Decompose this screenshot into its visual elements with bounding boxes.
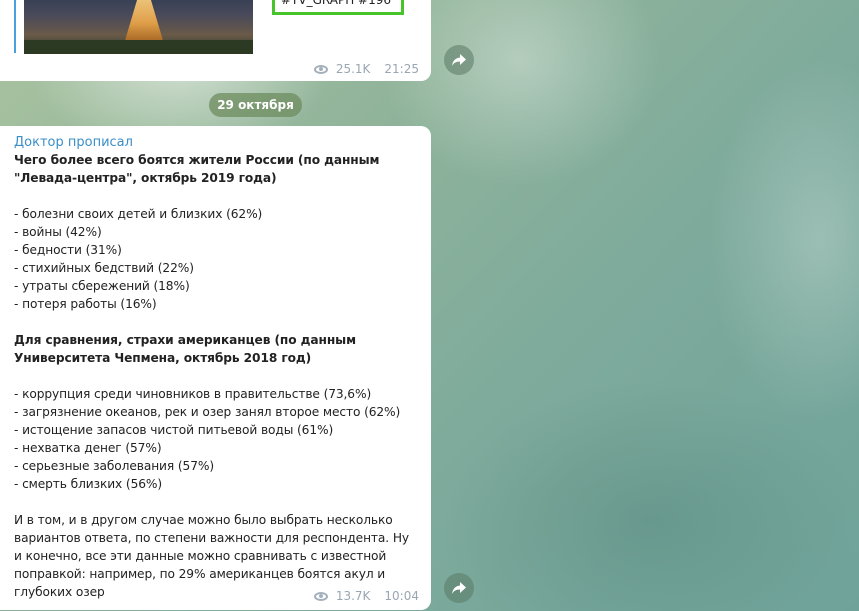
message-meta: 13.7K 10:04 [313, 589, 419, 603]
heading-usa: Для сравнения, страхи американцев (по да… [14, 333, 361, 365]
list-item: - смерть близких (56%) [14, 477, 163, 491]
message-time: 10:04 [384, 589, 419, 603]
share-arrow-icon [452, 582, 466, 594]
date-separator: 29 октября [209, 93, 302, 117]
message-meta: 25.1K 21:25 [313, 62, 419, 76]
eye-icon [313, 64, 328, 74]
views-count: 25.1K [335, 62, 371, 76]
views-count: 13.7K [335, 589, 371, 603]
list-item: - бедности (31%) [14, 243, 122, 257]
author-name[interactable]: Доктор прописал [14, 135, 417, 151]
list-item: - серьезные заболевания (57%) [14, 459, 214, 473]
eye-icon [313, 591, 328, 601]
previous-message: #TV_GRAPH #196 25.1K 21:25 [0, 0, 431, 81]
list-item: - стихийных бедствий (22%) [14, 261, 194, 275]
channel-message: Доктор прописал Чего более всего боятся … [0, 126, 431, 610]
message-body: Чего более всего боятся жители России (п… [14, 151, 417, 601]
list-item: - нехватка денег (57%) [14, 441, 162, 455]
heading-russia: Чего более всего боятся жители России (п… [14, 153, 384, 185]
closing-paragraph: И в том, и в другом случае можно было вы… [14, 513, 413, 599]
list-item: - болезни своих детей и близких (62%) [14, 207, 263, 221]
tower-image [124, 0, 164, 44]
hashtag-link[interactable]: #TV_GRAPH #196 [272, 0, 404, 15]
photo-preview[interactable] [24, 0, 253, 54]
list-item: - загрязнение океанов, рек и озер занял … [14, 405, 401, 419]
list-item: - истощение запасов чистой питьевой воды… [14, 423, 334, 437]
message-time: 21:25 [384, 62, 419, 76]
list-item: - потеря работы (16%) [14, 297, 157, 311]
share-arrow-icon [452, 54, 466, 66]
quote-bar [14, 0, 16, 53]
share-button[interactable] [444, 573, 474, 603]
list-item: - войны (42%) [14, 225, 102, 239]
list-item: - коррупция среди чиновников в правитель… [14, 387, 372, 401]
share-button[interactable] [444, 45, 474, 75]
list-item: - утраты сбережений (18%) [14, 279, 190, 293]
